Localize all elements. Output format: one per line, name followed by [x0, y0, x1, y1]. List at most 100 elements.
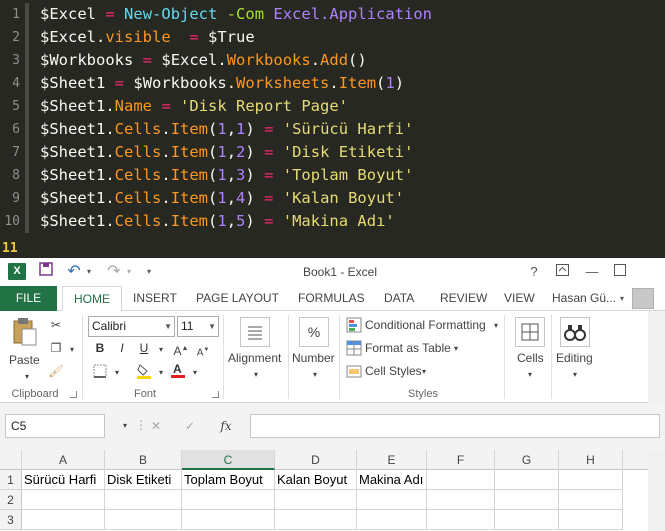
row-header[interactable]: 2	[0, 490, 22, 510]
column-header-d[interactable]: D	[275, 450, 357, 470]
maximize-icon[interactable]	[612, 262, 628, 282]
number-dropdown-icon[interactable]: ▾	[307, 367, 323, 383]
number-format-icon[interactable]: %	[299, 317, 329, 347]
cell[interactable]	[182, 510, 275, 530]
cell[interactable]: Kalan Boyut	[275, 470, 357, 490]
paste-dropdown-icon[interactable]: ▾	[19, 369, 35, 385]
undo-icon[interactable]: ↶	[64, 262, 84, 282]
name-box-dropdown-icon[interactable]: ▾	[117, 418, 133, 434]
cell[interactable]	[495, 490, 559, 510]
user-dropdown-icon[interactable]: ▾	[617, 289, 627, 309]
italic-button[interactable]: I	[114, 341, 130, 357]
grow-font-icon[interactable]: A▲	[173, 341, 189, 358]
cell[interactable]	[495, 470, 559, 490]
cell[interactable]: Sürücü Harfi	[22, 470, 105, 490]
minimize-icon[interactable]: —	[584, 262, 600, 282]
cell[interactable]	[357, 490, 427, 510]
cell[interactable]	[182, 490, 275, 510]
avatar[interactable]	[632, 288, 654, 309]
column-header-b[interactable]: B	[105, 450, 182, 470]
shrink-font-icon[interactable]: A▼	[195, 342, 211, 358]
cell[interactable]: Disk Etiketi	[105, 470, 182, 490]
cell[interactable]	[427, 490, 495, 510]
tab-formulas[interactable]: FORMULAS	[298, 286, 365, 311]
font-name-select[interactable]: Calibri ▼	[88, 316, 175, 337]
conditional-formatting-icon[interactable]	[346, 317, 362, 333]
format-as-table-icon[interactable]	[346, 340, 362, 356]
font-size-select[interactable]: 11 ▼	[177, 316, 219, 337]
name-box[interactable]: C5	[5, 414, 105, 438]
cell[interactable]	[559, 470, 623, 490]
cells-icon[interactable]	[515, 317, 545, 347]
format-as-table-button[interactable]: Format as Table	[365, 341, 451, 355]
underline-dropdown-icon[interactable]: ▾	[153, 342, 169, 358]
worksheet-grid[interactable]: ABCDEFGH 1 Sürücü Harfi Disk Etiketi Toplam…	[0, 450, 665, 531]
tab-review[interactable]: REVIEW	[440, 286, 487, 311]
select-all-corner[interactable]	[0, 450, 22, 470]
cell[interactable]	[427, 470, 495, 490]
ribbon-display-icon[interactable]	[554, 262, 570, 282]
tab-page-layout[interactable]: PAGE LAYOUT	[196, 286, 279, 311]
cell[interactable]	[105, 490, 182, 510]
cell[interactable]	[427, 510, 495, 530]
cell[interactable]	[559, 510, 623, 530]
row-header[interactable]: 1	[0, 470, 22, 490]
cell[interactable]	[22, 490, 105, 510]
tab-home[interactable]: HOME	[62, 286, 122, 312]
enter-icon[interactable]: ✓	[182, 418, 198, 434]
user-name[interactable]: Hasan Gü...	[552, 286, 616, 311]
tab-data[interactable]: DATA	[384, 286, 414, 311]
cell[interactable]	[559, 490, 623, 510]
underline-button[interactable]: U	[136, 341, 152, 357]
vertical-scrollbar[interactable]	[648, 450, 665, 531]
cell-styles-dropdown-icon[interactable]: ▾	[416, 364, 432, 380]
cell[interactable]: Makina Adı	[357, 470, 427, 490]
redo-icon[interactable]: ↷	[104, 262, 124, 282]
borders-icon[interactable]	[92, 364, 108, 380]
tab-view[interactable]: VIEW	[504, 286, 535, 311]
column-header-f[interactable]: F	[427, 450, 495, 470]
paste-button[interactable]: Paste	[9, 353, 40, 367]
format-as-table-dropdown-icon[interactable]: ▾	[448, 341, 464, 357]
alignment-button[interactable]: Alignment	[228, 351, 281, 365]
cancel-icon[interactable]: ✕	[148, 418, 164, 434]
ribbon-scrollbar[interactable]	[648, 311, 665, 403]
font-color-icon[interactable]: A	[170, 362, 186, 378]
clipboard-launcher-icon[interactable]	[70, 391, 77, 398]
customize-toolbar-icon[interactable]: ▾	[143, 262, 155, 282]
fill-color-dropdown-icon[interactable]: ▾	[153, 365, 169, 381]
excel-logo-icon[interactable]: X	[8, 263, 26, 280]
conditional-formatting-button[interactable]: Conditional Formatting	[365, 318, 486, 332]
cell[interactable]	[22, 510, 105, 530]
help-icon[interactable]: ?	[527, 262, 541, 282]
tab-insert[interactable]: INSERT	[133, 286, 177, 311]
code-editor[interactable]: 1 $Excel = New-Object -Com Excel.Applicat…	[0, 0, 665, 258]
column-header-a[interactable]: A	[22, 450, 105, 470]
number-button[interactable]: Number	[292, 351, 335, 365]
redo-dropdown-icon[interactable]: ▾	[124, 262, 134, 282]
font-launcher-icon[interactable]	[212, 391, 219, 398]
format-painter-icon[interactable]: 🖌	[48, 363, 64, 379]
cell[interactable]: Toplam Boyut	[182, 470, 275, 490]
cell[interactable]	[495, 510, 559, 530]
row-header[interactable]: 3	[0, 510, 22, 530]
font-color-dropdown-icon[interactable]: ▾	[187, 365, 203, 381]
insert-function-icon[interactable]: fx	[218, 418, 234, 434]
fill-color-icon[interactable]	[136, 363, 152, 379]
cell-styles-icon[interactable]	[346, 363, 362, 379]
cell[interactable]	[357, 510, 427, 530]
cells-dropdown-icon[interactable]: ▾	[522, 367, 538, 383]
tab-file[interactable]: FILE	[0, 286, 57, 311]
paste-icon[interactable]	[12, 317, 38, 347]
cell[interactable]	[275, 510, 357, 530]
cells-button[interactable]: Cells	[517, 351, 544, 365]
conditional-formatting-dropdown-icon[interactable]: ▾	[488, 318, 504, 334]
cut-icon[interactable]: ✂	[48, 317, 64, 333]
column-header-h[interactable]: H	[559, 450, 623, 470]
editing-dropdown-icon[interactable]: ▾	[567, 367, 583, 383]
cell[interactable]	[105, 510, 182, 530]
editing-button[interactable]: Editing	[556, 351, 593, 365]
column-header-c[interactable]: C	[182, 450, 275, 470]
alignment-dropdown-icon[interactable]: ▾	[248, 367, 264, 383]
find-binoculars-icon[interactable]	[560, 317, 590, 347]
